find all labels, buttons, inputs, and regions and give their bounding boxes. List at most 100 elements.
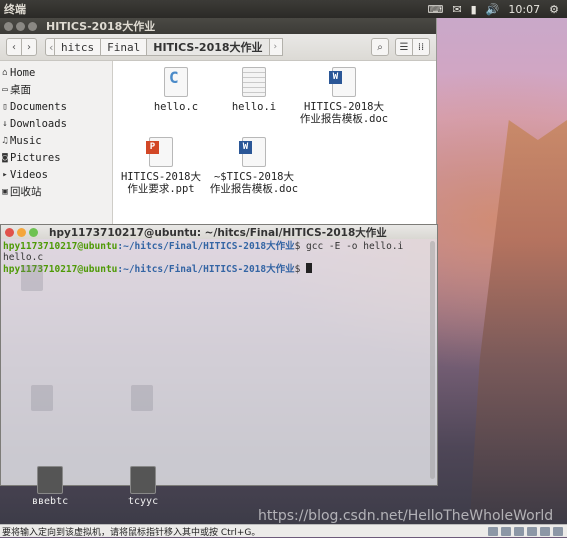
chevron-right-icon: › xyxy=(27,41,31,53)
file-manager-body: ⌂ Home ▭ 桌面 ▯ Documents ↓ Downloads ♫ Music ◙… xyxy=(0,61,436,225)
file-name: HITICS-2018大作业要求.ppt xyxy=(120,171,202,195)
close-button[interactable] xyxy=(5,227,14,237)
file-view: hello.c hello.i HITICS-2018大作业报告模板.doc H… xyxy=(113,61,436,225)
grid-icon: ⁞⁞ xyxy=(417,41,425,53)
desktop-ghost-icon xyxy=(31,385,53,414)
pictures-icon: ◙ xyxy=(2,152,8,163)
sidebar-item-label: 回收站 xyxy=(10,186,42,198)
breadcrumb-current[interactable]: HITICS-2018大作业 xyxy=(147,38,270,56)
prompt-user: hpy1173710217@ubuntu xyxy=(3,241,118,252)
file-name: ~$TICS-2018大作业报告模板.doc xyxy=(209,171,299,195)
sidebar-item-desktop[interactable]: ▭ 桌面 xyxy=(0,81,112,98)
battery-icon[interactable]: ▮ xyxy=(471,3,477,16)
clock[interactable]: 10:07 xyxy=(508,3,540,16)
toolbar-right: ⌕ ☰ ⁞⁞ xyxy=(371,38,436,56)
desktop-icon-item[interactable]: tcyyc xyxy=(128,466,158,507)
downloads-icon: ↓ xyxy=(2,118,8,129)
home-icon: ⌂ xyxy=(2,67,8,78)
sidebar-item-label: Videos xyxy=(10,168,48,181)
terminal-line: hpy1173710217@ubuntu:~/hitcs/Final/HITIC… xyxy=(3,241,435,263)
sidebar-item-trash[interactable]: ▣ 回收站 xyxy=(0,183,112,200)
file-manager-window: HITICS-2018大作业 ‹ › ‹ hitcs Final HITICS-… xyxy=(0,18,437,225)
breadcrumb-final[interactable]: Final xyxy=(101,38,148,56)
sidebar-item-home[interactable]: ⌂ Home xyxy=(0,64,112,81)
file-name: hello.i xyxy=(231,101,277,113)
file-item[interactable]: ~$TICS-2018大作业报告模板.doc xyxy=(209,137,299,195)
volume-icon[interactable]: 🔊 xyxy=(486,3,500,16)
hdd-icon[interactable] xyxy=(488,526,498,536)
mail-icon[interactable]: ✉ xyxy=(452,3,461,16)
desktop-ghost-icon xyxy=(21,265,43,294)
word-document-icon xyxy=(239,137,266,167)
prompt-path: :~/hitcs/Final/HITICS-2018大作业 xyxy=(117,241,295,252)
close-button[interactable] xyxy=(4,21,13,31)
terminal-output[interactable]: hpy1173710217@ubuntu:~/hitcs/Final/HITIC… xyxy=(1,239,437,277)
desktop-ghost-icon xyxy=(131,385,153,414)
vm-device-icons xyxy=(488,526,567,536)
minimize-button[interactable] xyxy=(17,227,26,237)
file-manager-title: HITICS-2018大作业 xyxy=(46,20,156,33)
settings-gear-icon[interactable]: ⚙ xyxy=(549,3,559,16)
powerpoint-file-icon xyxy=(146,137,173,167)
search-icon: ⌕ xyxy=(377,41,383,53)
file-item[interactable]: HITICS-2018大作业要求.ppt xyxy=(116,137,206,195)
sidebar-item-documents[interactable]: ▯ Documents xyxy=(0,98,112,115)
terminal-line: hpy1173710217@ubuntu:~/hitcs/Final/HITIC… xyxy=(3,263,435,275)
minimize-button[interactable] xyxy=(16,21,25,31)
text-cursor xyxy=(306,263,313,273)
input-method-icon[interactable]: ⌨ xyxy=(428,3,444,16)
back-button[interactable]: ‹ xyxy=(6,38,22,56)
desktop-icon-label: ввеbtc xyxy=(32,496,69,507)
desktop-icon-item[interactable]: ввеbtc xyxy=(32,466,68,507)
file-icon xyxy=(37,466,64,494)
breadcrumb-scroll-left[interactable]: ‹ xyxy=(45,38,55,56)
music-icon: ♫ xyxy=(2,135,8,146)
active-app-name: 终端 xyxy=(4,3,26,16)
system-tray: ⌨ ✉ ▮ 🔊 10:07 ⚙ xyxy=(428,3,567,16)
breadcrumb-hitcs[interactable]: hitcs xyxy=(55,38,102,56)
chevron-left-icon: ‹ xyxy=(12,41,16,53)
breadcrumb: ‹ hitcs Final HITICS-2018大作业 › xyxy=(45,38,283,56)
maximize-button[interactable] xyxy=(29,227,38,237)
forward-button[interactable]: › xyxy=(22,38,37,56)
file-manager-titlebar: HITICS-2018大作业 xyxy=(0,18,436,34)
word-document-icon xyxy=(329,67,356,97)
top-panel: 终端 ⌨ ✉ ▮ 🔊 10:07 ⚙ xyxy=(0,0,567,18)
sidebar-item-pictures[interactable]: ◙ Pictures xyxy=(0,149,112,166)
terminal-window[interactable]: hpy1173710217@ubuntu: ~/hitcs/Final/HITI… xyxy=(0,224,438,486)
desktop-icon: ▭ xyxy=(2,84,8,95)
file-item[interactable]: hello.c xyxy=(131,67,221,113)
file-item[interactable]: HITICS-2018大作业报告模板.doc xyxy=(299,67,389,125)
prompt-path: :~/hitcs/Final/HITICS-2018大作业 xyxy=(117,264,295,275)
sidebar-item-videos[interactable]: ▸ Videos xyxy=(0,166,112,183)
sidebar-item-label: Music xyxy=(10,134,42,147)
sidebar-item-label: Pictures xyxy=(10,151,61,164)
terminal-scrollbar[interactable] xyxy=(430,241,435,479)
sidebar-item-label: 桌面 xyxy=(10,84,31,96)
sidebar-item-label: Documents xyxy=(10,100,67,113)
list-icon: ☰ xyxy=(399,41,409,53)
sidebar-item-label: Downloads xyxy=(10,117,67,130)
vm-status-bar: 要将输入定向到该虚拟机，请将鼠标指针移入其中或按 Ctrl+G。 xyxy=(0,524,567,538)
sidebar-item-music[interactable]: ♫ Music xyxy=(0,132,112,149)
grid-view-button[interactable]: ⁞⁞ xyxy=(413,38,430,56)
list-view-button[interactable]: ☰ xyxy=(395,38,413,56)
breadcrumb-scroll-right[interactable]: › xyxy=(269,38,283,56)
terminal-title: hpy1173710217@ubuntu: ~/hitcs/Final/HITI… xyxy=(49,226,387,239)
sound-icon[interactable] xyxy=(540,526,550,536)
maximize-button[interactable] xyxy=(28,21,37,31)
display-icon[interactable] xyxy=(553,526,563,536)
text-file-icon xyxy=(242,67,266,97)
videos-icon: ▸ xyxy=(2,169,8,180)
usb-icon[interactable] xyxy=(527,526,537,536)
sidebar-item-downloads[interactable]: ↓ Downloads xyxy=(0,115,112,132)
command-text: $ xyxy=(294,264,307,275)
file-icon xyxy=(130,466,157,494)
sidebar-item-label: Home xyxy=(10,66,36,79)
file-name: HITICS-2018大作业报告模板.doc xyxy=(299,101,389,125)
search-button[interactable]: ⌕ xyxy=(371,38,389,56)
cdrom-icon[interactable] xyxy=(501,526,511,536)
network-icon[interactable] xyxy=(514,526,524,536)
file-name: hello.c xyxy=(153,101,199,113)
file-item[interactable]: hello.i xyxy=(209,67,299,113)
